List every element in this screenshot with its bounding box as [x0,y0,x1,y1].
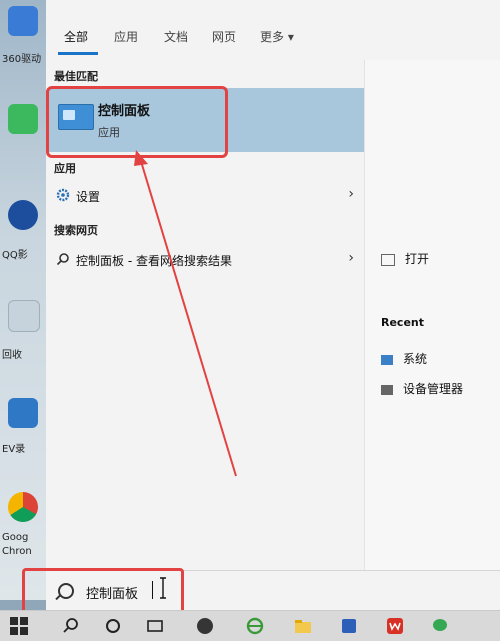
store-app-icon[interactable] [340,617,358,635]
start-search-panel: 全部 应用 文档 网页 更多 ▾ 最佳匹配 控制面板 应用 应用 设置 › 搜索… [46,0,500,570]
search-icon [56,253,69,266]
web-search-header: 搜索网页 [54,224,98,237]
ev-recorder-icon[interactable] [8,398,38,428]
active-tab-indicator [58,52,98,55]
tab-all[interactable]: 全部 [64,28,88,45]
cortana-icon[interactable] [104,617,122,635]
red-annotation-arrow [134,150,237,477]
red-highlight-box [46,86,228,158]
recent-item-system[interactable]: 系统 [381,350,427,367]
tab-web[interactable]: 网页 [212,28,236,45]
device-manager-icon [381,384,393,395]
desktop-label: QQ影 [2,250,28,261]
360-driver-icon[interactable] [8,6,38,36]
task-view-icon[interactable] [146,617,164,635]
taskbar [0,610,500,641]
desktop-label: Chron [2,546,32,557]
wechat-icon[interactable] [432,617,450,635]
recent-header: Recent [381,316,425,329]
search-icon[interactable] [62,617,80,635]
ie-browser-icon[interactable] [246,617,264,635]
recent-item-label: 系统 [403,352,428,366]
recent-item-device-manager[interactable]: 设备管理器 [381,380,463,397]
recent-item-label: 设备管理器 [403,382,464,396]
open-action[interactable]: 打开 [405,250,429,267]
app-result-label: 设置 [76,190,101,204]
fan-app-icon[interactable] [196,617,214,635]
qq-video-icon[interactable] [8,200,38,230]
desktop-label: Goog [2,532,29,543]
wps-office-icon[interactable] [386,617,404,635]
desktop-label: EV录 [2,444,26,455]
chevron-right-icon[interactable]: › [348,250,354,266]
search-filter-tabs: 全部 应用 文档 网页 更多 ▾ [46,0,500,60]
gear-icon [56,188,70,202]
video-app-icon[interactable] [8,104,38,134]
tab-apps[interactable]: 应用 [114,28,138,45]
desktop-label: 360驱动 [2,54,42,65]
preview-pane: 打开 Recent 系统 设备管理器 [364,60,500,570]
best-match-header: 最佳匹配 [54,70,98,83]
chevron-right-icon[interactable]: › [348,186,354,202]
chrome-icon[interactable] [8,492,38,522]
file-explorer-icon[interactable] [294,617,312,635]
monitor-icon [381,354,393,365]
desktop-label: 回收 [2,350,22,361]
windows-start-icon[interactable] [10,617,28,635]
tab-more[interactable]: 更多 ▾ [260,28,294,45]
recycle-bin-icon[interactable] [8,300,40,332]
open-icon [381,254,395,266]
desktop: 360驱动 QQ影 回收 EV录 Goog Chron [0,0,46,600]
apps-header: 应用 [54,162,76,175]
tab-documents[interactable]: 文档 [164,28,188,45]
